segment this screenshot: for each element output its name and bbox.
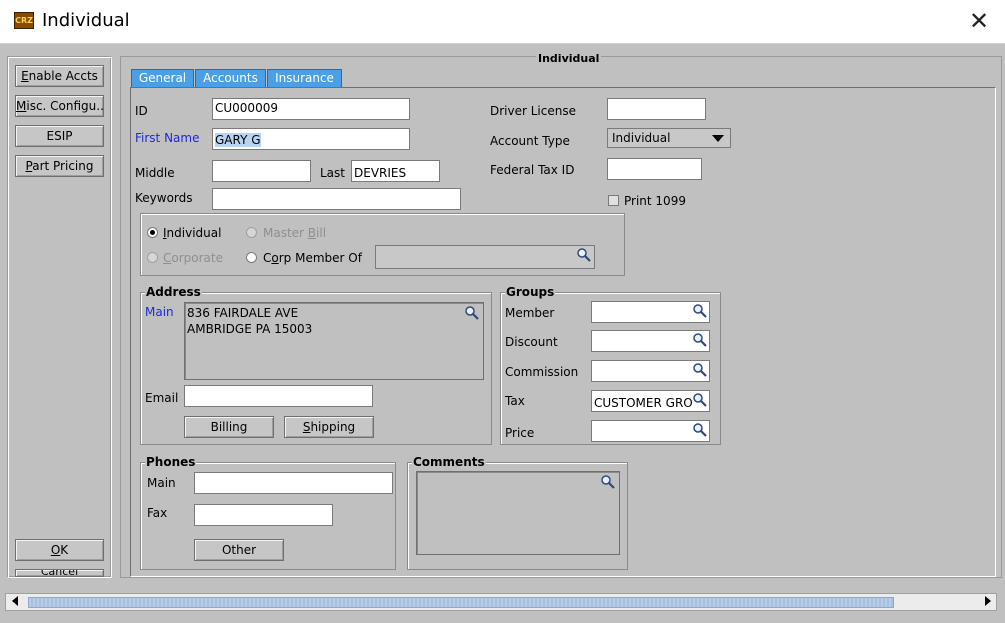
fax-label: Fax [147, 506, 168, 520]
corp-member-of-radio[interactable] [246, 252, 257, 263]
individual-radio[interactable] [147, 227, 158, 238]
keywords-label: Keywords [135, 191, 193, 205]
enable-accts-button[interactable]: Enable Accts [15, 65, 104, 87]
billing-button[interactable]: Billing [184, 416, 274, 438]
account-type-dropdown[interactable]: Individual [607, 128, 731, 148]
phones-group-title: Phones [145, 455, 197, 469]
fax-field[interactable] [194, 504, 333, 526]
print-1099-checkbox[interactable] [608, 195, 619, 206]
search-icon[interactable] [576, 247, 592, 263]
scroll-left-icon[interactable] [12, 596, 18, 606]
price-label: Price [505, 426, 535, 440]
master-bill-radio[interactable] [246, 227, 257, 238]
tab-insurance[interactable]: Insurance [267, 69, 342, 88]
groups-group-title: Groups [505, 285, 556, 299]
window-title: Individual [42, 10, 130, 31]
corp-member-of-field[interactable] [375, 245, 595, 269]
comments-textarea[interactable] [416, 471, 620, 555]
other-button[interactable]: Other [194, 539, 284, 561]
cancel-button[interactable]: Cancel [15, 569, 104, 577]
driver-license-field[interactable] [607, 98, 706, 120]
email-label: Email [145, 391, 179, 405]
corporate-radio-label: Corporate [163, 251, 223, 265]
master-bill-radio-label: Master Bill [263, 226, 327, 240]
app-logo-icon: CRZ [14, 12, 34, 29]
first-name-value: GARY G [215, 133, 261, 147]
middle-label: Middle [135, 166, 175, 180]
chevron-down-icon [712, 135, 724, 142]
search-icon[interactable] [692, 303, 708, 319]
horizontal-scrollbar[interactable] [5, 593, 997, 611]
comments-group-title: Comments [412, 455, 486, 469]
search-icon[interactable] [464, 305, 480, 321]
first-name-field[interactable]: GARY G [212, 128, 410, 150]
ok-button[interactable]: OK [15, 539, 104, 561]
scroll-right-icon[interactable] [985, 596, 991, 606]
shipping-button[interactable]: Shipping [284, 416, 374, 438]
search-icon[interactable] [692, 392, 708, 408]
commission-label: Commission [505, 365, 579, 379]
corporate-radio[interactable] [147, 252, 158, 263]
scrollbar-thumb[interactable] [28, 597, 894, 608]
id-label: ID [135, 104, 148, 118]
first-name-label: First Name [135, 131, 200, 145]
print-1099-label: Print 1099 [624, 194, 686, 208]
last-field[interactable]: DEVRIES [351, 160, 440, 182]
tab-general[interactable]: General [131, 69, 194, 88]
driver-license-label: Driver License [490, 104, 576, 118]
address-line-2: AMBRIDGE PA 15003 [187, 322, 313, 336]
address-main-label: Main [145, 305, 174, 319]
address-main-textarea[interactable]: 836 FAIRDALE AVE AMBRIDGE PA 15003 [184, 302, 484, 380]
search-icon[interactable] [600, 474, 616, 490]
search-icon[interactable] [692, 362, 708, 378]
tax-label: Tax [505, 394, 525, 408]
panel-title: Individual [536, 52, 602, 65]
discount-label: Discount [505, 335, 558, 349]
corp-member-of-label: Corp Member Of [263, 251, 362, 265]
account-type-label: Account Type [490, 134, 570, 148]
address-line-1: 836 FAIRDALE AVE [187, 306, 299, 320]
keywords-field[interactable] [212, 188, 461, 210]
close-icon[interactable]: ✕ [960, 6, 998, 38]
individual-radio-label: Individual [163, 226, 222, 240]
federal-tax-id-label: Federal Tax ID [490, 163, 575, 177]
id-field[interactable]: CU000009 [212, 98, 410, 120]
search-icon[interactable] [692, 332, 708, 348]
account-type-value: Individual [612, 131, 671, 145]
member-label: Member [505, 306, 555, 320]
middle-field[interactable] [212, 160, 311, 182]
last-label: Last [320, 166, 345, 180]
title-bar [0, 0, 1005, 44]
phone-main-label: Main [147, 476, 176, 490]
esip-button[interactable]: ESIP [15, 125, 104, 147]
tab-accounts[interactable]: Accounts [195, 69, 266, 88]
address-group-title: Address [145, 285, 202, 299]
email-field[interactable] [184, 385, 373, 407]
federal-tax-id-field[interactable] [607, 158, 702, 180]
search-icon[interactable] [692, 422, 708, 438]
part-pricing-button[interactable]: Part Pricing [15, 155, 104, 177]
phone-main-field[interactable] [194, 472, 393, 494]
misc-config-button[interactable]: Misc. Configu... [15, 95, 104, 117]
